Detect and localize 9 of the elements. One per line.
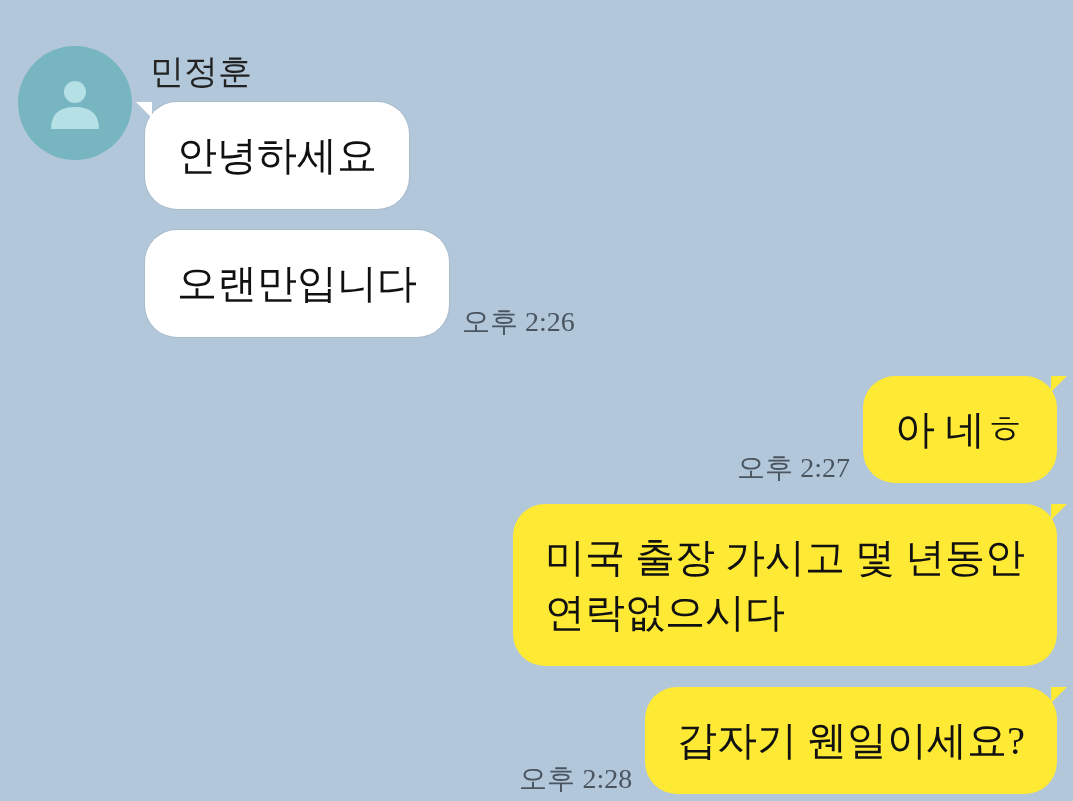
bubble-tail-icon [1051,376,1067,392]
bubble-tail-icon [136,102,152,118]
sender-name: 민정훈 [150,52,252,92]
message-bubble: 오랜만입니다 [145,230,449,337]
message-time: 오후 2:27 [737,453,850,483]
message-time: 오후 2:26 [462,307,575,337]
message-time: 오후 2:28 [519,764,633,794]
bubble-tail-icon [1051,687,1067,703]
bubble-tail-icon [1051,504,1067,520]
